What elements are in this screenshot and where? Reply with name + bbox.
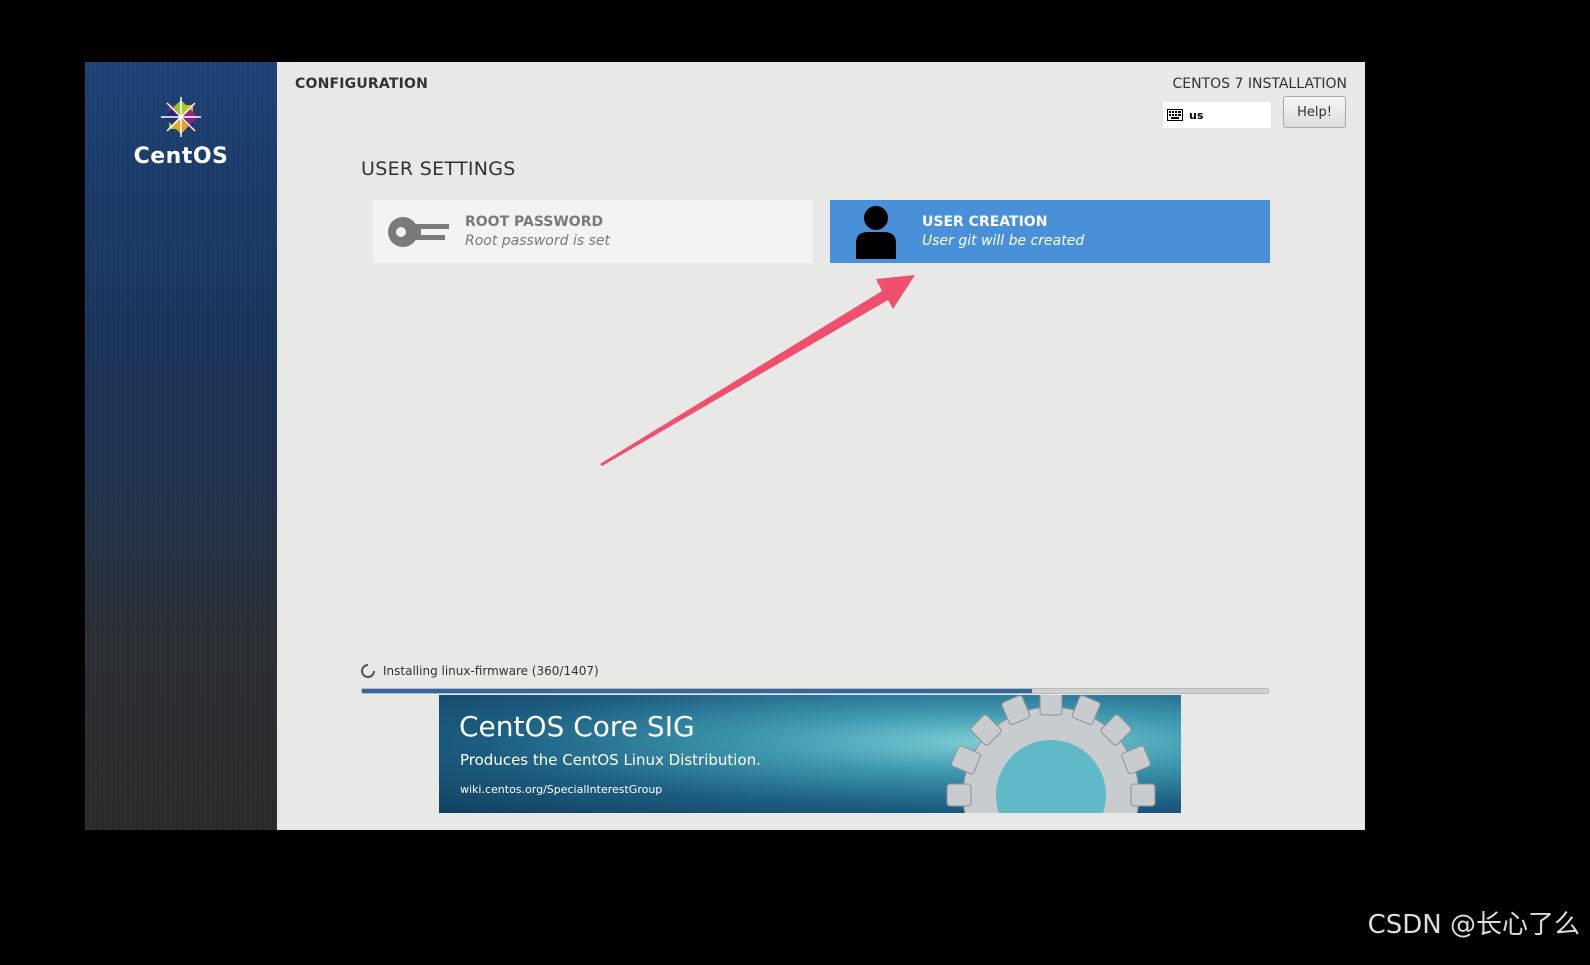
watermark: CSDN @长心了么 <box>1367 910 1580 940</box>
gear-tooth <box>1039 695 1063 716</box>
install-progress: Installing linux-firmware (360/1407) <box>361 662 1269 694</box>
banner-url: wiki.centos.org/SpecialInterestGroup <box>460 783 663 796</box>
gear-icon <box>946 695 1156 813</box>
spinner-icon <box>361 664 375 678</box>
progress-label: Installing linux-firmware (360/1407) <box>383 664 599 678</box>
banner-title: CentOS Core SIG <box>459 710 695 743</box>
sig-banner: CentOS Core SIG Produces the CentOS Linu… <box>439 695 1181 813</box>
progress-bar <box>361 688 1269 694</box>
installer-window: CentOS CONFIGURATION CENTOS 7 INSTALLATI… <box>85 62 1365 830</box>
banner-subtitle: Produces the CentOS Linux Distribution. <box>460 751 761 769</box>
gear-tooth <box>1130 783 1156 807</box>
gear-tooth <box>946 783 972 807</box>
progress-fill <box>362 689 1033 693</box>
